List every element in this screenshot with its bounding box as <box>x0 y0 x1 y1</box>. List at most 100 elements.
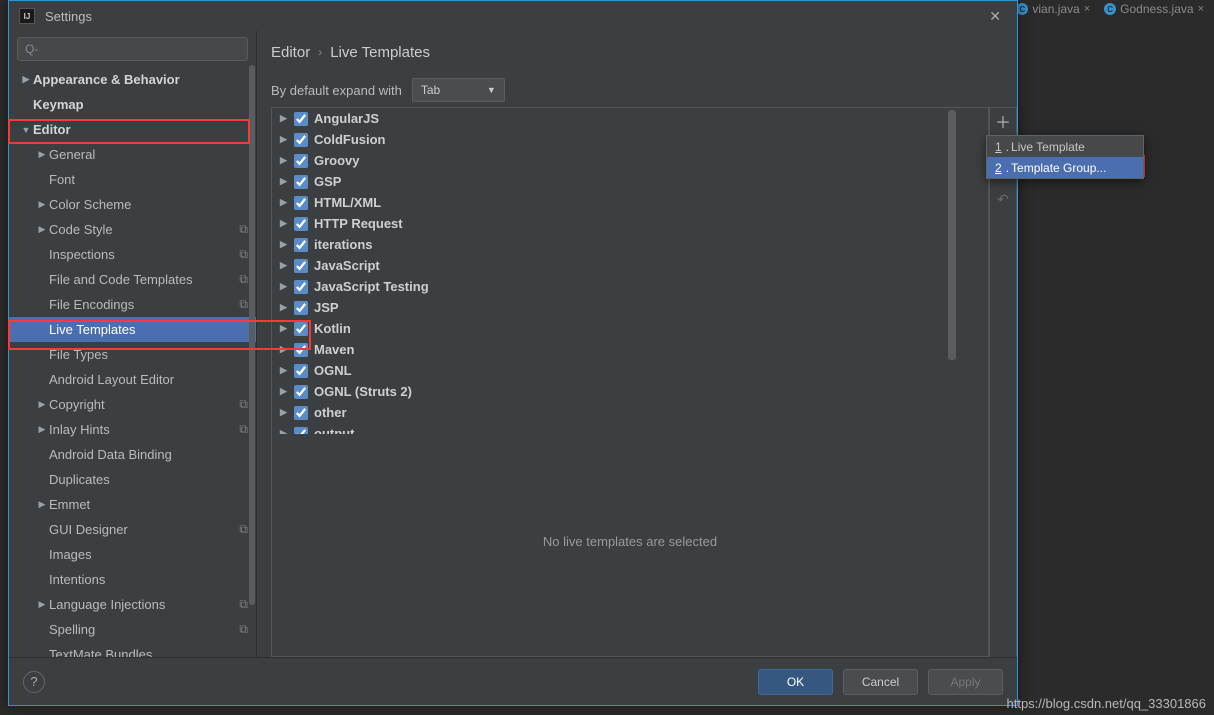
tree-arrow-icon[interactable] <box>35 424 49 435</box>
template-group-checkbox[interactable] <box>294 112 308 126</box>
sidebar-item[interactable]: Android Layout Editor <box>9 367 256 392</box>
tree-arrow-icon[interactable] <box>35 199 49 210</box>
template-group-checkbox[interactable] <box>294 238 308 252</box>
cancel-button[interactable]: Cancel <box>843 669 918 695</box>
template-group-checkbox[interactable] <box>294 427 308 435</box>
template-group-row[interactable]: ▶Maven <box>272 339 988 360</box>
undo-button[interactable]: ↶ <box>990 186 1016 212</box>
tree-arrow-icon[interactable]: ▶ <box>280 428 294 434</box>
sidebar-item[interactable]: Inspections⧉ <box>9 242 256 267</box>
sidebar-item[interactable]: Duplicates <box>9 467 256 492</box>
template-scroll[interactable]: ▶AngularJS▶ColdFusion▶Groovy▶GSP▶HTML/XM… <box>272 108 988 434</box>
sidebar-item[interactable]: Color Scheme <box>9 192 256 217</box>
add-button[interactable]: ＋ <box>990 108 1016 134</box>
sidebar-item[interactable]: Intentions <box>9 567 256 592</box>
template-group-row[interactable]: ▶ColdFusion <box>272 129 988 150</box>
template-group-row[interactable]: ▶OGNL (Struts 2) <box>272 381 988 402</box>
tree-arrow-icon[interactable]: ▶ <box>280 113 294 124</box>
sidebar-item[interactable]: File Encodings⧉ <box>9 292 256 317</box>
breadcrumb-section[interactable]: Editor <box>271 44 310 61</box>
sidebar-item[interactable]: File and Code Templates⧉ <box>9 267 256 292</box>
popup-item-live-template[interactable]: 1. Live Template <box>987 136 1143 157</box>
template-group-checkbox[interactable] <box>294 133 308 147</box>
tree-arrow-icon[interactable]: ▶ <box>280 239 294 250</box>
tree-arrow-icon[interactable]: ▶ <box>280 344 294 355</box>
tree-arrow-icon[interactable] <box>35 399 49 410</box>
tree-arrow-icon[interactable]: ▶ <box>280 302 294 313</box>
template-scrollbar[interactable] <box>948 110 958 430</box>
template-group-row[interactable]: ▶OGNL <box>272 360 988 381</box>
sidebar-item[interactable]: General <box>9 142 256 167</box>
tree-arrow-icon[interactable] <box>19 125 33 135</box>
sidebar-item[interactable]: Inlay Hints⧉ <box>9 417 256 442</box>
tree-arrow-icon[interactable]: ▶ <box>280 281 294 292</box>
sidebar-item[interactable]: Font <box>9 167 256 192</box>
template-group-row[interactable]: ▶AngularJS <box>272 108 988 129</box>
template-group-row[interactable]: ▶Kotlin <box>272 318 988 339</box>
editor-tab[interactable]: C vian.java × <box>1016 0 1090 18</box>
template-group-checkbox[interactable] <box>294 280 308 294</box>
sidebar-item[interactable]: GUI Designer⧉ <box>9 517 256 542</box>
sidebar-scrollbar[interactable] <box>248 65 256 657</box>
tree-arrow-icon[interactable]: ▶ <box>280 218 294 229</box>
sidebar-item[interactable]: Emmet <box>9 492 256 517</box>
template-group-checkbox[interactable] <box>294 406 308 420</box>
template-group-checkbox[interactable] <box>294 175 308 189</box>
tree-arrow-icon[interactable]: ▶ <box>280 365 294 376</box>
template-group-row[interactable]: ▶HTML/XML <box>272 192 988 213</box>
tree-arrow-icon[interactable]: ▶ <box>280 260 294 271</box>
template-group-row[interactable]: ▶JavaScript Testing <box>272 276 988 297</box>
template-group-row[interactable]: ▶HTTP Request <box>272 213 988 234</box>
sidebar-item[interactable]: Editor <box>9 117 256 142</box>
sidebar-item[interactable]: Images <box>9 542 256 567</box>
tree-arrow-icon[interactable] <box>35 149 49 160</box>
sidebar-item[interactable]: File Types <box>9 342 256 367</box>
template-group-row[interactable]: ▶output <box>272 423 988 434</box>
template-group-checkbox[interactable] <box>294 343 308 357</box>
sidebar-item[interactable]: Appearance & Behavior <box>9 67 256 92</box>
tree-arrow-icon[interactable] <box>35 224 49 235</box>
tree-arrow-icon[interactable] <box>35 499 49 510</box>
template-group-checkbox[interactable] <box>294 301 308 315</box>
template-group-row[interactable]: ▶GSP <box>272 171 988 192</box>
search-input[interactable]: Q- <box>17 37 248 61</box>
sidebar-item[interactable]: Live Templates <box>9 317 256 342</box>
template-group-checkbox[interactable] <box>294 385 308 399</box>
sidebar-item[interactable]: Copyright⧉ <box>9 392 256 417</box>
editor-tab[interactable]: C Godness.java × <box>1104 0 1204 18</box>
template-group-checkbox[interactable] <box>294 154 308 168</box>
template-group-checkbox[interactable] <box>294 259 308 273</box>
close-icon[interactable]: × <box>1198 3 1204 15</box>
tree-arrow-icon[interactable]: ▶ <box>280 407 294 418</box>
template-group-checkbox[interactable] <box>294 364 308 378</box>
sidebar-item[interactable]: Keymap <box>9 92 256 117</box>
close-button[interactable]: ✕ <box>983 6 1007 27</box>
tree-arrow-icon[interactable]: ▶ <box>280 323 294 334</box>
help-button[interactable]: ? <box>23 671 45 693</box>
template-group-checkbox[interactable] <box>294 217 308 231</box>
tree-arrow-icon[interactable]: ▶ <box>280 197 294 208</box>
template-group-row[interactable]: ▶other <box>272 402 988 423</box>
expand-with-select[interactable]: Tab ▼ <box>412 78 505 102</box>
template-group-row[interactable]: ▶Groovy <box>272 150 988 171</box>
template-group-row[interactable]: ▶iterations <box>272 234 988 255</box>
sidebar-item[interactable]: Language Injections⧉ <box>9 592 256 617</box>
settings-tree[interactable]: Appearance & BehaviorKeymapEditorGeneral… <box>9 67 256 657</box>
tree-arrow-icon[interactable] <box>35 599 49 610</box>
ok-button[interactable]: OK <box>758 669 833 695</box>
tree-arrow-icon[interactable]: ▶ <box>280 386 294 397</box>
tree-arrow-icon[interactable] <box>19 74 33 85</box>
sidebar-item[interactable]: Android Data Binding <box>9 442 256 467</box>
popup-item-template-group[interactable]: 2. Template Group... <box>987 157 1143 178</box>
template-group-row[interactable]: ▶JSP <box>272 297 988 318</box>
tree-arrow-icon[interactable]: ▶ <box>280 134 294 145</box>
template-group-row[interactable]: ▶JavaScript <box>272 255 988 276</box>
tree-arrow-icon[interactable]: ▶ <box>280 176 294 187</box>
sidebar-item[interactable]: TextMate Bundles <box>9 642 256 657</box>
template-group-checkbox[interactable] <box>294 196 308 210</box>
apply-button[interactable]: Apply <box>928 669 1003 695</box>
tree-arrow-icon[interactable]: ▶ <box>280 155 294 166</box>
sidebar-item[interactable]: Spelling⧉ <box>9 617 256 642</box>
close-icon[interactable]: × <box>1084 3 1090 15</box>
sidebar-item[interactable]: Code Style⧉ <box>9 217 256 242</box>
